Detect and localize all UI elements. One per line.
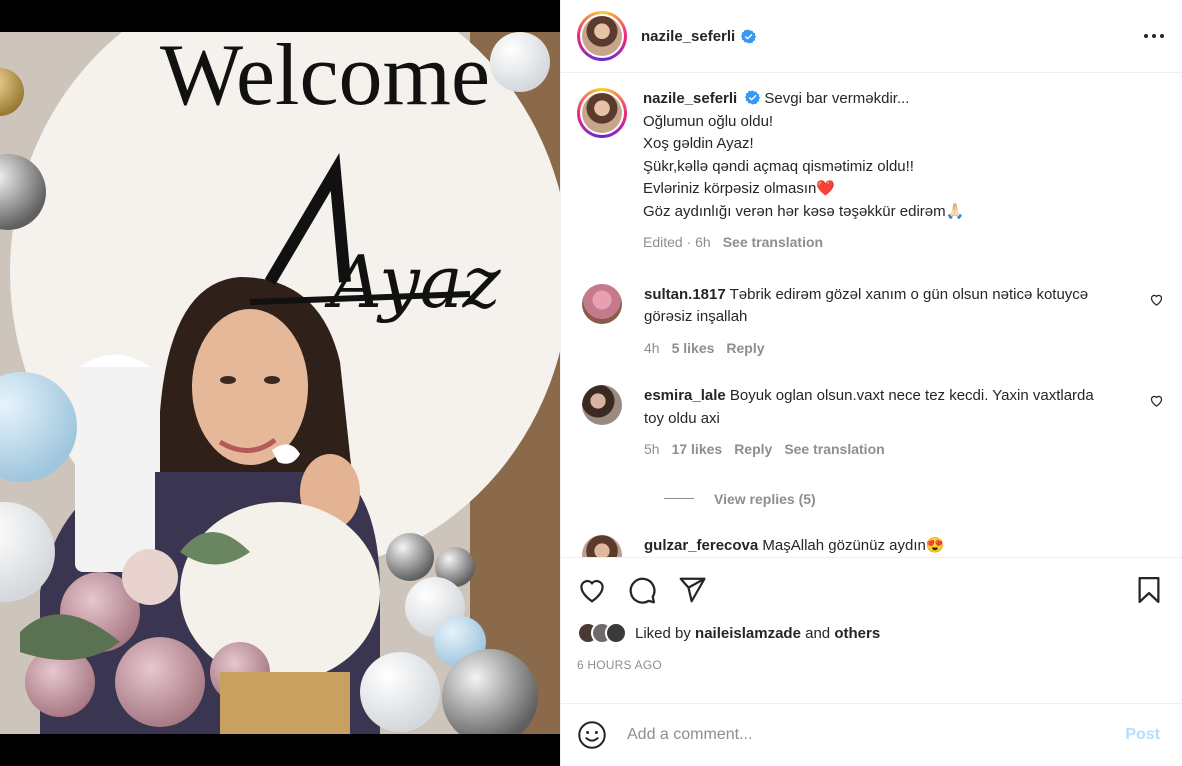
comment-item: sultan.1817 Təbrik edirəm gözəl xanım o … [577,283,1166,360]
comment-text: MaşAllah gözünüz aydın😍 [762,536,945,554]
author-avatar[interactable] [577,11,627,61]
more-options-icon[interactable] [1142,24,1166,48]
verified-icon [741,28,757,44]
edited-time: Edited · 6h [643,234,711,250]
commenter-avatar[interactable] [582,534,622,557]
commenter-avatar[interactable] [582,283,622,324]
caption-author-avatar[interactable] [577,88,627,138]
post-details-panel: nazile_seferli nazile_seferli Sevgi bar … [560,0,1182,766]
caption-line: Evləriniz körpəsiz olmasın❤️ [643,180,836,197]
caption-line: Xoş gəldin Ayaz! [643,135,754,152]
verified-icon [745,90,761,105]
caption-line: Şükr,kəllə qəndi açmaq qismətimiz oldu!! [643,157,914,175]
comment-username[interactable]: gulzar_ferecova [644,537,758,554]
post-header: nazile_seferli [561,0,1182,73]
caption-line: Göz aydınlığı verən hər kəsə təşəkkür ed… [643,202,965,220]
liked-by-and: and [805,624,831,642]
welcome-sign-text: Welcome [160,32,490,124]
bookmark-icon[interactable] [1134,575,1164,605]
liked-by-row: Liked by naileislamzade and others [577,622,1166,644]
comment-username[interactable]: sultan.1817 [644,286,726,303]
add-comment-bar: Post [561,703,1182,766]
action-icons [577,558,1166,622]
photo-illustration: Welcome Ayaz [0,32,560,734]
post-comment-button[interactable]: Post [1125,726,1160,744]
liked-by-others-link[interactable]: others [834,625,880,642]
liked-by-text: Liked by naileislamzade and others [635,625,880,642]
commenter-avatar[interactable] [582,385,622,425]
ayaz-sign-text: Ayaz [324,240,502,324]
emoji-icon[interactable] [577,720,607,750]
comment-content: gulzar_ferecova MaşAllah gözünüz aydın😍 [644,535,1104,558]
liker-avatar[interactable] [605,622,627,644]
comment-username[interactable]: esmira_lale [644,387,726,404]
post-caption: nazile_seferli Sevgi bar verməkdir... Oğ… [577,88,1166,254]
caption-line: nazile_seferli Sevgi bar verməkdir... [643,88,1163,111]
author-username[interactable]: nazile_seferli [641,28,735,45]
reply-button[interactable]: Reply [734,438,772,461]
post-media[interactable]: Welcome Ayaz [0,0,560,766]
comment-item: esmira_lale Boyuk oglan olsun.vaxt nece … [577,385,1166,461]
comment-likes[interactable]: 5 likes [672,337,715,360]
share-icon[interactable] [677,575,707,605]
comments-area[interactable]: nazile_seferli Sevgi bar verməkdir... Oğ… [561,74,1182,557]
comment-likes[interactable]: 17 likes [672,438,723,461]
comment-meta: 5h 17 likes Reply See translation [644,438,1104,461]
reply-button[interactable]: Reply [726,337,764,360]
like-comment-heart-icon[interactable] [1149,393,1164,408]
see-translation-link[interactable]: See translation [723,231,823,254]
like-comment-heart-icon[interactable] [1149,292,1164,307]
replies-divider [664,498,694,499]
comment-icon[interactable] [627,575,657,605]
comment-item: gulzar_ferecova MaşAllah gözünüz aydın😍 [577,534,1166,558]
comment-time: 5h [644,441,660,457]
liker-username[interactable]: naileislamzade [695,625,801,642]
comment-time: 4h [644,339,660,356]
post-photo: Welcome Ayaz [0,32,560,734]
post-timestamp[interactable]: 6 HOURS AGO [577,658,1166,672]
liked-by-prefix: Liked by [635,624,691,642]
see-translation-link[interactable]: See translation [784,438,884,461]
comment-meta: 4h 5 likes Reply [644,337,1104,360]
view-replies-button[interactable]: View replies (5) [664,491,1166,507]
caption-meta: Edited · 6h See translation [643,231,1163,254]
comment-content: sultan.1817 Təbrik edirəm gözəl xanım o … [644,284,1104,329]
post-actions: Liked by naileislamzade and others 6 HOU… [561,557,1182,672]
comment-content: esmira_lale Boyuk oglan olsun.vaxt nece … [644,385,1104,430]
heart-icon[interactable] [577,575,607,605]
caption-line: Oğlumun oğlu oldu! [643,112,774,130]
comment-input[interactable] [627,726,1087,744]
caption-text: Sevgi bar verməkdir... [764,90,910,107]
view-replies-label[interactable]: View replies (5) [714,491,816,507]
caption-username[interactable]: nazile_seferli [643,90,737,107]
